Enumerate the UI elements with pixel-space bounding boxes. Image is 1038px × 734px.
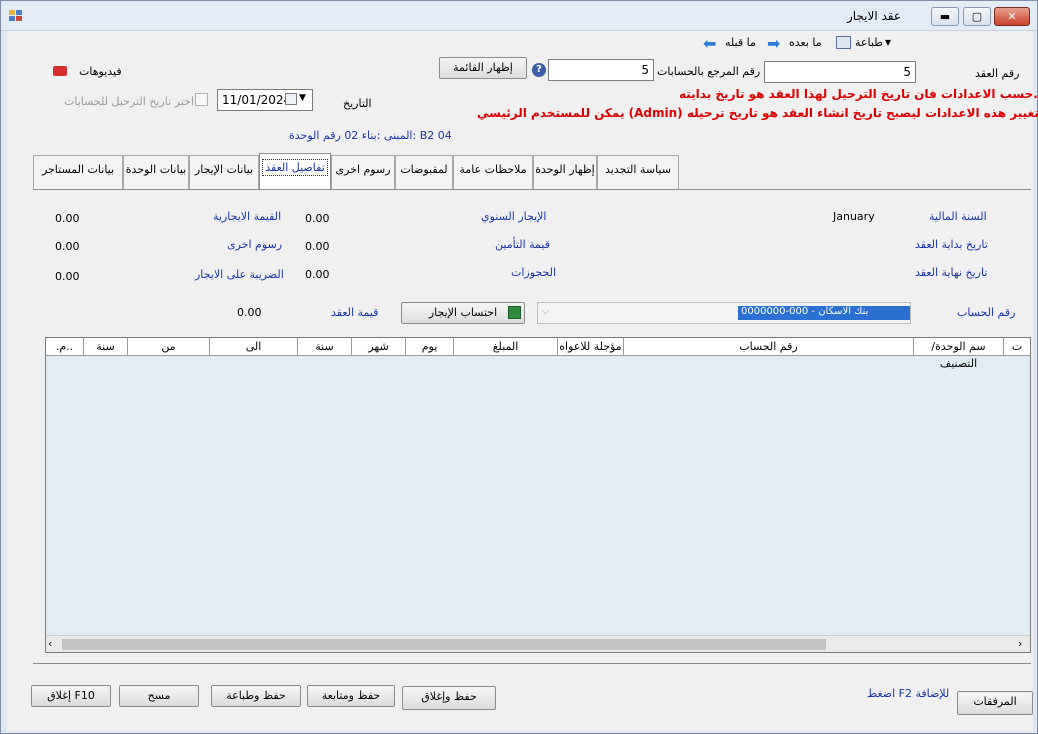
reservations-value: 0.00 (305, 268, 330, 281)
other-fees-value: 0.00 (55, 240, 80, 253)
save-print-button[interactable]: حفظ وطباعة (211, 685, 301, 707)
excel-icon (508, 306, 521, 319)
end-date-label: تاريخ نهاية العقد (915, 266, 988, 279)
col-header[interactable]: يوم (406, 338, 454, 356)
annual-rent-label: الإيجار السنوي (481, 210, 547, 223)
ref-no-field[interactable]: 5 (548, 59, 654, 81)
prev-button[interactable]: ما قبله (725, 36, 756, 49)
col-header[interactable]: سنة (84, 338, 128, 356)
annual-rent-value: 0.00 (305, 212, 330, 225)
tax-label: الضريبة على الايجار (195, 268, 284, 281)
tab-show-unit[interactable]: إظهار الوحدة (533, 155, 597, 189)
grid-header: .م.. سنة من الى سنة شهر يوم المبلغ مؤجلة… (46, 338, 1030, 370)
account-no-label: رقم الحساب (957, 306, 1016, 319)
calc-rent-label: احتساب الإيجار (428, 306, 498, 319)
maximize-button[interactable]: ▢ (963, 7, 991, 26)
close-window-button[interactable]: ✕ (994, 7, 1030, 26)
press-f2-hint: اضغط F2 للإضافة (867, 687, 950, 700)
account-no-value: 0000000-000 - بنك الاسكان (738, 306, 910, 320)
horizontal-scrollbar[interactable]: ‹ › (46, 635, 1030, 652)
tab-strip: سياسة التجديد إظهار الوحدة ملاحظات عامة … (33, 153, 1033, 191)
contract-value-label: قيمة العقد (331, 306, 379, 319)
insurance-value: 0.00 (305, 240, 330, 253)
warning-line-1: حسب الاعدادات فان تاريخ الترحيل لهذا الع… (679, 87, 1038, 101)
tab-general-notes[interactable]: ملاحظات عامة (453, 155, 533, 189)
insurance-label: قيمة التأمين (495, 238, 550, 251)
col-header[interactable]: ت (1004, 338, 1030, 356)
scroll-left-icon[interactable]: ‹ (48, 637, 52, 650)
save-continue-button[interactable]: حفظ ومتابعة (307, 685, 395, 707)
next-button[interactable]: ما بعده (789, 36, 822, 49)
col-header[interactable]: رقم الحساب (624, 338, 914, 356)
start-date-label: تاريخ بداية العقد (915, 238, 988, 251)
help-icon[interactable]: ? (532, 63, 546, 77)
arrow-right-icon[interactable]: ➡ (767, 34, 780, 53)
date-value: 11/01/2024 (222, 93, 292, 107)
other-fees-label: رسوم اخرى (227, 238, 283, 251)
tab-contract-details[interactable]: تفاصيل العقد (259, 153, 331, 191)
col-header[interactable]: مؤجلة للاعواه (558, 338, 624, 356)
col-header[interactable]: سنة (298, 338, 352, 356)
arrow-left-icon[interactable]: ⬅ (703, 34, 716, 53)
col-header[interactable]: المبلغ (454, 338, 558, 356)
save-close-button[interactable]: حفظ وإغلاق (402, 686, 496, 710)
tab-renewal-policy[interactable]: سياسة التجديد (597, 155, 679, 189)
minimize-button[interactable]: ▬ (931, 7, 959, 26)
attachments-button[interactable]: المرفقات (957, 691, 1033, 715)
show-list-button[interactable]: إظهار القائمة (439, 57, 527, 79)
close-button[interactable]: إغلاق F10 (31, 685, 111, 707)
tab-other-fees[interactable]: رسوم اخرى (331, 155, 395, 189)
building-info: المبنى :بناء 02 رقم الوحدة: B2 04 (289, 129, 452, 142)
col-header[interactable]: شهر (352, 338, 406, 356)
tab-rent-data[interactable]: بيانات الإيجار (189, 155, 259, 189)
contract-value-value: 0.00 (237, 306, 262, 319)
calc-rent-button[interactable]: احتساب الإيجار (401, 302, 525, 324)
col-header[interactable]: الى (210, 338, 298, 356)
printer-icon (836, 36, 851, 49)
account-no-combo[interactable]: ⌵ 0000000-000 - بنك الاسكان (537, 302, 911, 324)
chevron-down-icon[interactable]: ▼ (299, 93, 306, 103)
tax-value: 0.00 (55, 270, 80, 283)
print-button[interactable]: طباعة (855, 36, 883, 49)
calendar-icon[interactable] (285, 93, 297, 105)
tab-tenant-data[interactable]: بيانات المستاجر (33, 155, 123, 189)
contract-no-field[interactable]: 5 (764, 61, 916, 83)
videos-link[interactable]: فيديوهات (79, 65, 122, 78)
reservations-label: الحجوزات (511, 266, 557, 279)
clear-button[interactable]: مسح (119, 685, 199, 707)
youtube-icon[interactable] (53, 66, 67, 76)
main-window: عقد الايجار ▬ ▢ ✕ ▾ طباعة ما بعده ➡ ما ق… (0, 0, 1038, 734)
rent-value-label: القيمة الايجارية (213, 210, 282, 223)
fiscal-year-label: السنة المالية (929, 210, 987, 223)
installments-grid[interactable]: .م.. سنة من الى سنة شهر يوم المبلغ مؤجلة… (45, 337, 1031, 653)
posting-date-label: اختر تاريخ الترحيل للحسابات (64, 95, 194, 108)
col-header[interactable]: .م.. (46, 338, 84, 356)
scroll-right-icon[interactable]: › (1018, 637, 1022, 650)
rent-value-value: 0.00 (55, 212, 80, 225)
title-bar: عقد الايجار ▬ ▢ ✕ (1, 1, 1037, 31)
tab-unit-data[interactable]: بيانات الوحدة (123, 155, 189, 189)
form-content: ▾ طباعة ما بعده ➡ ما قبله ⬅ رقم العقد 5 … (7, 31, 1038, 731)
print-dropdown-arrow[interactable]: ▾ (885, 35, 891, 49)
date-label: التاريخ (343, 97, 372, 110)
warning-line-2: يمكن للمستخدم الرئيسي (Admin) تغيير هذه … (477, 106, 1038, 120)
scroll-thumb[interactable] (62, 639, 826, 650)
app-icon (9, 10, 23, 22)
fiscal-year-value[interactable]: January (833, 210, 875, 223)
col-header[interactable]: سم الوحدة/التصنيف (914, 338, 1004, 370)
chevron-down-icon[interactable]: ⌵ (542, 307, 549, 317)
window-title: عقد الايجار (846, 9, 901, 23)
divider (33, 663, 1031, 665)
col-header[interactable]: من (128, 338, 210, 356)
ref-no-label: رقم المرجع بالحسابات (657, 65, 761, 78)
contract-no-label: رقم العقد (975, 67, 1020, 80)
tab-receipts[interactable]: لمقبوضات (395, 155, 453, 189)
posting-date-checkbox[interactable] (195, 93, 208, 106)
